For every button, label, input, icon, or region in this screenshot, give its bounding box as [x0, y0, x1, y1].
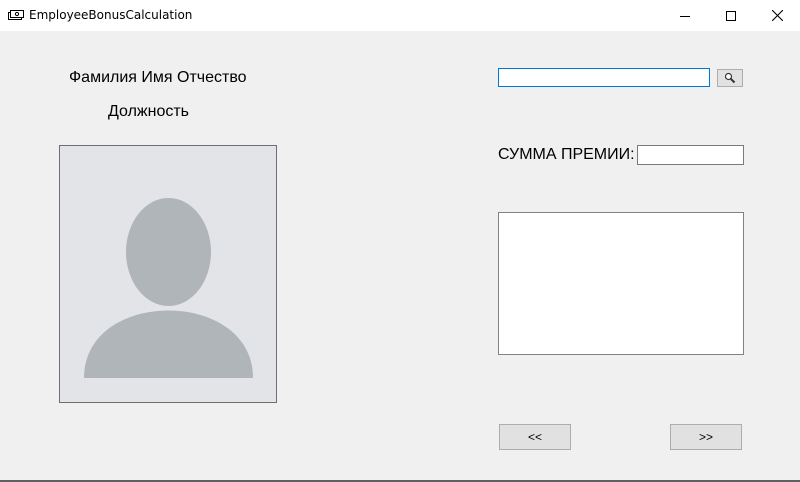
- next-button[interactable]: >>: [670, 424, 742, 450]
- maximize-icon: [726, 10, 736, 21]
- search-button[interactable]: [717, 69, 743, 87]
- bonus-amount-label: СУММА ПРЕМИИ:: [498, 146, 635, 163]
- money-icon: [8, 10, 24, 20]
- maximize-button[interactable]: [708, 0, 754, 31]
- details-textbox[interactable]: [498, 212, 744, 355]
- bonus-amount-field[interactable]: [637, 145, 744, 165]
- close-icon: [771, 10, 783, 21]
- close-button[interactable]: [754, 0, 800, 31]
- employee-photo: [59, 145, 277, 403]
- employee-full-name-label: Фамилия Имя Отчество: [69, 69, 247, 86]
- search-icon: [724, 72, 736, 84]
- window-title: EmployeeBonusCalculation: [29, 8, 193, 22]
- employee-position-label: Должность: [108, 103, 189, 120]
- minimize-icon: [680, 15, 690, 17]
- title-bar: EmployeeBonusCalculation: [0, 0, 800, 31]
- minimize-button[interactable]: [662, 0, 708, 31]
- avatar-placeholder-icon: [84, 198, 253, 378]
- previous-button[interactable]: <<: [499, 424, 571, 450]
- search-input[interactable]: [498, 68, 710, 87]
